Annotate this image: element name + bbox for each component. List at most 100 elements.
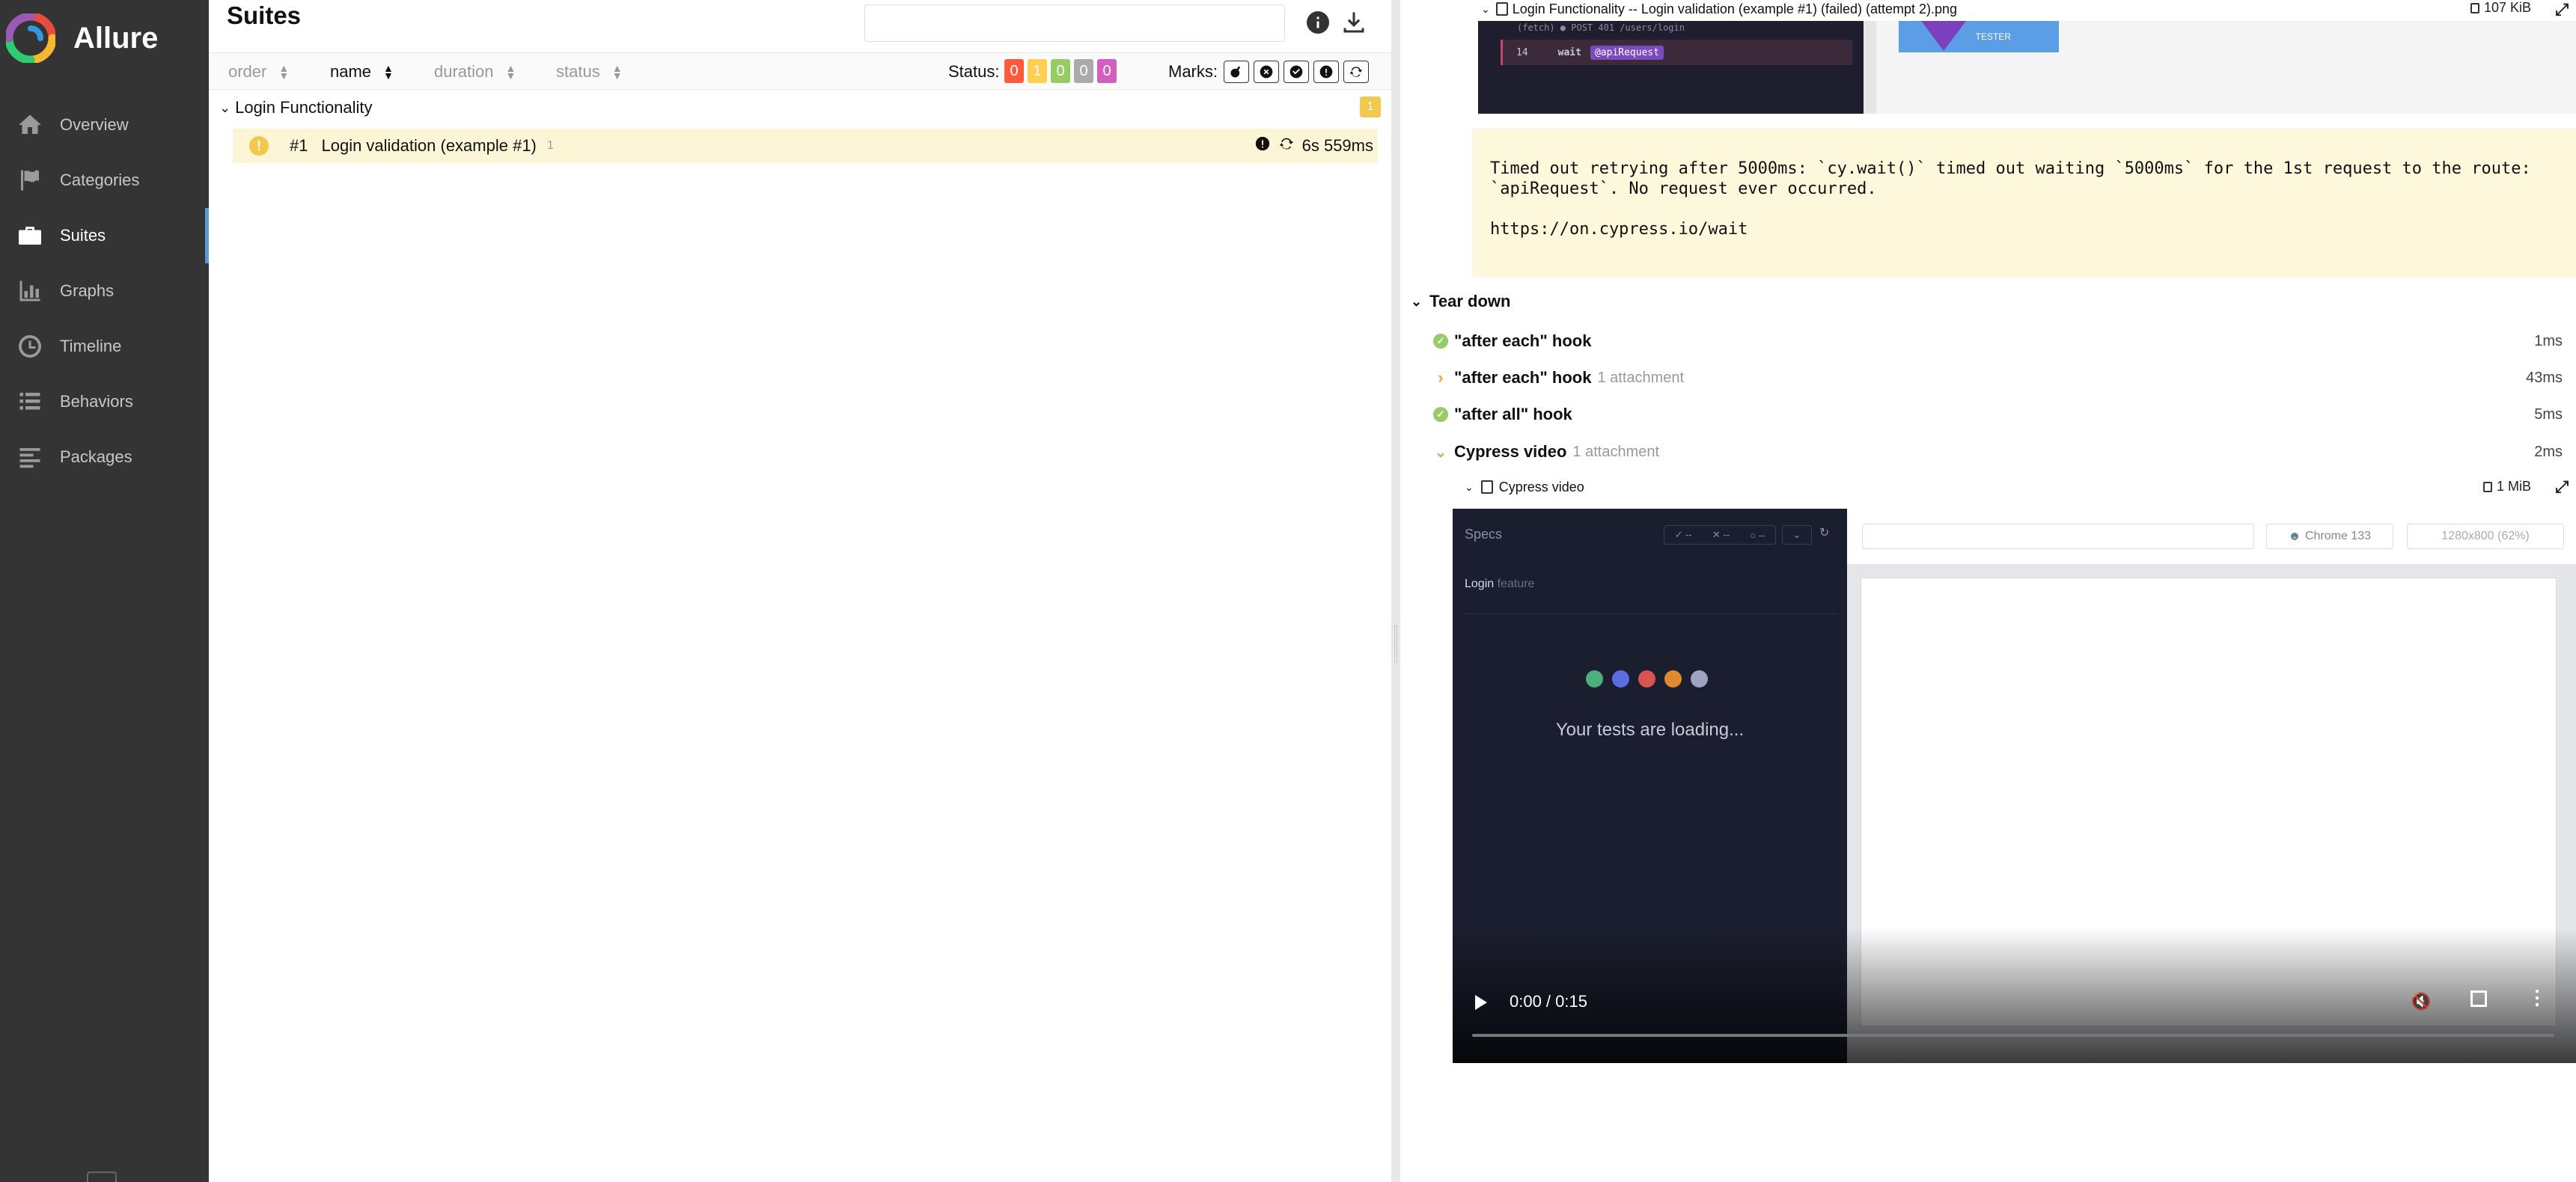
refresh-icon: [1278, 135, 1295, 156]
test-order: #1: [290, 136, 308, 155]
sidebar-item-packages[interactable]: Packages: [0, 429, 209, 485]
chevron-down-icon: ⌄: [1434, 444, 1447, 461]
flag-icon: [15, 165, 45, 195]
more-vertical-icon[interactable]: ⋮: [2527, 987, 2547, 1007]
sort-arrows-icon: ▲ ▼: [383, 62, 394, 82]
step-duration: 5ms: [2534, 405, 2563, 423]
check-circle-icon: ✓: [1433, 407, 1448, 422]
step-name: "after all" hook: [1454, 405, 1572, 423]
loading-dot: [1691, 670, 1708, 688]
step-attachment-count: 1 attachment: [1572, 443, 1660, 460]
fullscreen-icon[interactable]: [2470, 990, 2487, 1007]
sidebar-item-graphs[interactable]: Graphs: [0, 263, 209, 319]
chevron-down-icon: ⌄: [1481, 2, 1490, 15]
suite-group-name: Login Functionality: [235, 98, 373, 117]
suite-group-row[interactable]: ⌄ Login Functionality 1: [209, 93, 1391, 123]
list-icon: [15, 387, 45, 417]
sidebar-item-label: Categories: [60, 171, 140, 189]
app-name: Allure: [73, 21, 159, 55]
sort-name[interactable]: name ▲ ▼: [330, 62, 394, 82]
sort-arrows-icon: ▲ ▼: [505, 62, 516, 82]
exclamation-circle-icon: [1254, 135, 1271, 156]
video-viewport-badge: 1280x800 (62%): [2407, 524, 2564, 549]
sidebar-item-behaviors[interactable]: Behaviors: [0, 374, 209, 429]
step-duration: 43ms: [2526, 369, 2563, 386]
sort-order[interactable]: order ▲ ▼: [228, 62, 289, 82]
status-passed-toggle[interactable]: 0: [1051, 59, 1070, 83]
play-icon[interactable]: [1475, 995, 1487, 1010]
refresh-icon: ↻: [1819, 527, 1830, 539]
new-passed-mark-toggle[interactable]: [1284, 61, 1309, 83]
sidebar-item-overview[interactable]: Overview: [0, 97, 209, 153]
step-row[interactable]: › "after each" hook 1 attachment 43ms: [1433, 363, 2576, 393]
sort-arrows-icon: ▲ ▼: [611, 62, 623, 82]
sidebar-item-label: Suites: [60, 226, 106, 245]
bar-chart-icon: [15, 276, 45, 306]
new-broken-mark-toggle[interactable]: [1313, 61, 1339, 83]
marks-filter: [1224, 61, 1369, 83]
sidebar-item-timeline[interactable]: Timeline: [0, 319, 209, 374]
video-loading-text: Your tests are loading...: [1555, 720, 1745, 740]
video-progress-slider[interactable]: [1472, 1034, 2554, 1037]
sort-duration[interactable]: duration ▲ ▼: [434, 62, 516, 82]
attachment-name: Cypress video: [1498, 479, 1584, 494]
status-unknown-toggle[interactable]: 0: [1097, 59, 1117, 83]
video-time: 0:00 / 0:15: [1510, 992, 1587, 1011]
attachment-name: Login Functionality -- Login validation …: [1512, 1, 1958, 16]
video-url-bar: [1862, 524, 2254, 549]
screenshot-preview[interactable]: (fetch) ● POST 401 /users/login 14 wait …: [1478, 21, 2576, 114]
exclamation-circle-icon: [1319, 65, 1333, 79]
screenshot-attachment-header[interactable]: ⌄ Login Functionality -- Login validatio…: [1481, 0, 2576, 18]
status-skipped-toggle[interactable]: 0: [1074, 59, 1093, 83]
sidebar-item-categories[interactable]: Categories: [0, 153, 209, 208]
sidebar-nav: Overview Categories Suites Graphs Timeli…: [0, 97, 209, 485]
retries-mark-toggle[interactable]: [1343, 61, 1369, 83]
test-name: Login validation (example #1): [321, 136, 537, 155]
collapse-sidebar-button[interactable]: [87, 1172, 117, 1182]
test-row[interactable]: ! #1 Login validation (example #1) 1 6s …: [233, 129, 1378, 163]
new-failed-mark-toggle[interactable]: [1254, 61, 1279, 83]
status-failed-toggle[interactable]: 0: [1004, 59, 1024, 83]
suites-pane: Suites order ▲ ▼ name ▲ ▼ duration ▲ ▼ stat…: [209, 0, 1391, 1182]
expand-icon[interactable]: ⤢: [2555, 477, 2569, 497]
step-row[interactable]: ✓ "after all" hook 5ms: [1433, 399, 2576, 429]
home-icon: [15, 110, 45, 140]
sort-arrows-icon: ▲ ▼: [278, 62, 290, 82]
download-icon[interactable]: [1340, 9, 1367, 36]
page-title: Suites: [227, 1, 302, 29]
step-duration: 1ms: [2534, 332, 2563, 349]
status-broken-toggle[interactable]: 1: [1028, 59, 1047, 83]
step-duration: 2ms: [2534, 443, 2563, 460]
status-filter: 0 1 0 0 0: [1004, 59, 1117, 83]
sort-status[interactable]: status ▲ ▼: [556, 62, 623, 82]
align-left-icon: [15, 442, 45, 472]
sidebar-item-label: Overview: [60, 115, 129, 134]
search-input[interactable]: [864, 4, 1285, 42]
loading-dot: [1586, 670, 1603, 688]
loading-dot: [1638, 670, 1655, 688]
sidebar: Allure Overview Categories Suites Graphs…: [0, 0, 209, 1182]
status-filter-label: Status:: [948, 62, 1000, 81]
file-icon: [2470, 2, 2479, 13]
flaky-mark-toggle[interactable]: [1224, 61, 1249, 83]
video-specs-label: Specs: [1465, 527, 1503, 542]
video-attachment-header[interactable]: ⌄ Cypress video: [1465, 477, 2576, 497]
video-player[interactable]: Specs ✓ -- ✕ -- ○ -- ⌄ ↻ Login feature You…: [1453, 509, 2576, 1063]
briefcase-icon: [15, 221, 45, 251]
step-row[interactable]: ⌄ Cypress video 1 attachment 2ms: [1433, 437, 2576, 467]
file-video-icon: [1480, 480, 1493, 494]
chevron-down-icon: ⌄: [1782, 525, 1812, 545]
times-circle-icon: [1260, 65, 1273, 79]
expand-icon[interactable]: ⤢: [2555, 0, 2569, 19]
volume-icon[interactable]: 🔇: [2411, 992, 2431, 1011]
file-image-icon: [1495, 2, 1508, 16]
test-result-pane: ⌄ Login Functionality -- Login validatio…: [1400, 0, 2576, 1182]
step-name: Cypress video: [1454, 442, 1567, 461]
sidebar-item-suites[interactable]: Suites: [0, 208, 209, 263]
info-icon[interactable]: [1304, 9, 1331, 36]
marks-filter-label: Marks:: [1168, 62, 1218, 81]
logo[interactable]: Allure: [6, 12, 158, 64]
teardown-section-header[interactable]: ⌄ Tear down: [1411, 292, 1510, 311]
step-row[interactable]: ✓ "after each" hook 1ms: [1433, 326, 2576, 356]
pane-splitter[interactable]: [1391, 0, 1400, 1182]
